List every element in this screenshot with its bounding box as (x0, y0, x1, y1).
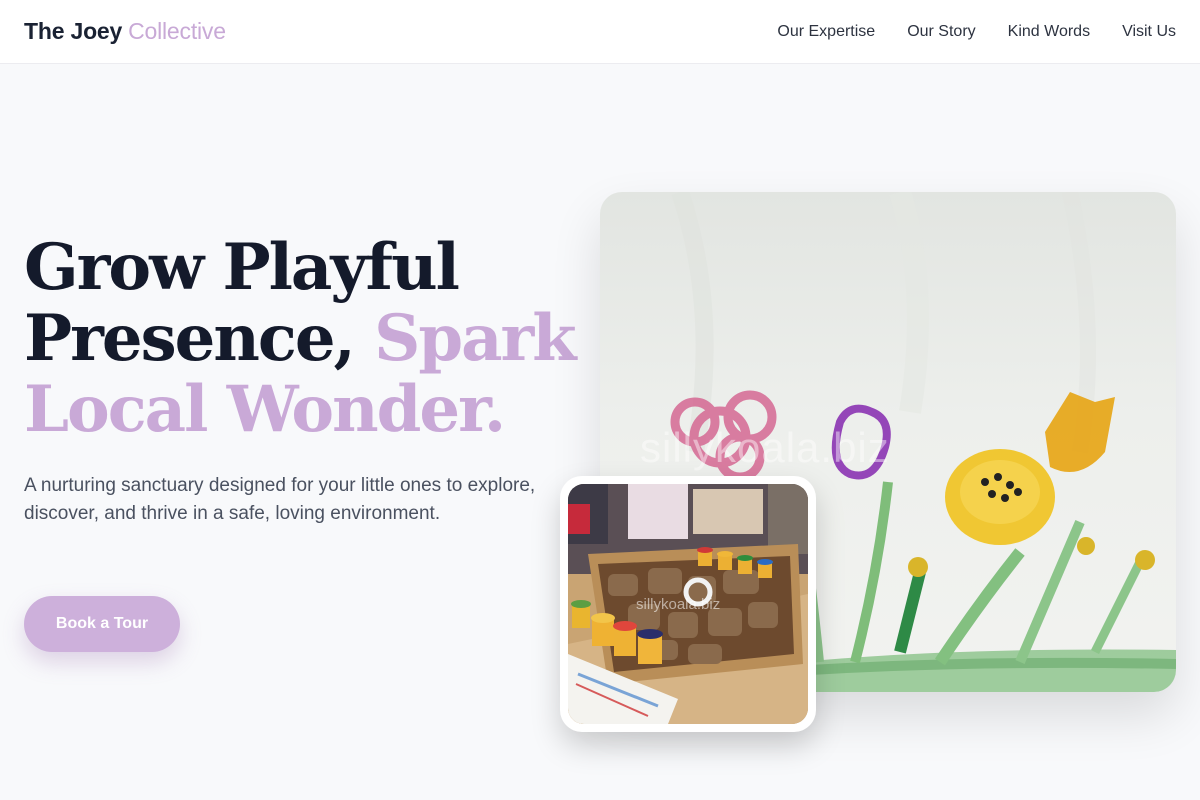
brand-name-accent: Collective (128, 18, 226, 44)
nav-link-our-story[interactable]: Our Story (907, 23, 975, 41)
nav-link-our-expertise[interactable]: Our Expertise (777, 23, 875, 41)
hero-title-line2: Presence, (24, 301, 356, 376)
nav-link-visit-us[interactable]: Visit Us (1122, 23, 1176, 41)
brand-logo[interactable]: The Joey Collective (24, 18, 226, 45)
hero-title-line1: Grow Playful (24, 230, 460, 305)
photo-watermark: sillykoala.biz (636, 596, 721, 613)
art-watermark: sillykoala.biz (640, 424, 890, 471)
hero-title-accent-line3: Local Wonder. (24, 372, 506, 447)
brand-name: The Joey (24, 18, 123, 44)
hero-title: Grow Playful Presence, Spark Local Wonde… (24, 232, 584, 445)
hero-title-accent-spark: Spark (374, 301, 576, 376)
site-header: The Joey Collective Our Expertise Our Sto… (0, 0, 1200, 64)
nav-link-kind-words[interactable]: Kind Words (1008, 23, 1090, 41)
book-tour-button[interactable]: Book a Tour (24, 596, 180, 652)
hero-subtitle: A nurturing sanctuary designed for your … (24, 475, 536, 524)
main-nav: Our Expertise Our Story Kind Words Visit… (777, 23, 1176, 41)
